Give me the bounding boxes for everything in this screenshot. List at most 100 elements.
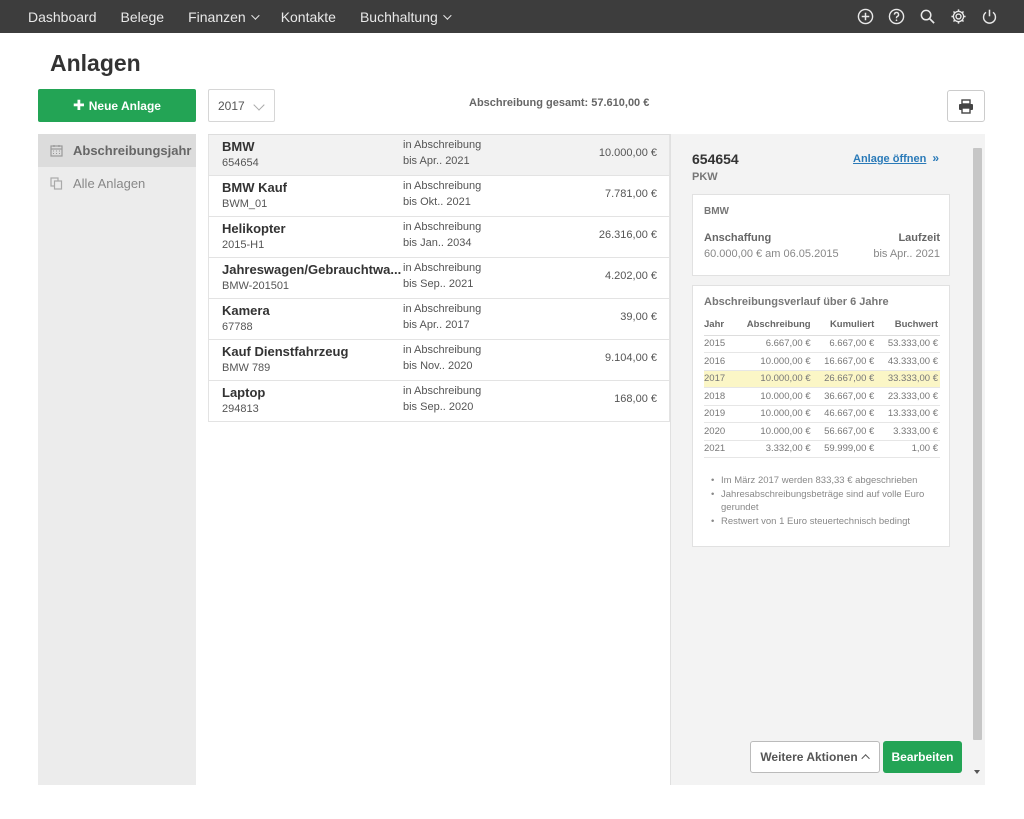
asset-amount: 9.104,00 € bbox=[605, 352, 657, 364]
schedule-title: Abschreibungsverlauf über 6 Jahre bbox=[704, 296, 889, 308]
schedule-cell: 33.333,00 € bbox=[876, 370, 940, 388]
term-label: Laufzeit bbox=[898, 232, 940, 244]
plus-icon: ✚ bbox=[73, 97, 85, 113]
schedule-cell: 10.000,00 € bbox=[732, 422, 813, 441]
acquisition-label: Anschaffung bbox=[704, 232, 772, 244]
gear-icon[interactable] bbox=[949, 8, 967, 26]
search-icon[interactable] bbox=[918, 8, 936, 26]
sidebar-item-all-assets[interactable]: Alle Anlagen bbox=[38, 167, 196, 200]
print-button[interactable] bbox=[947, 90, 985, 122]
term-value: bis Apr.. 2021 bbox=[873, 248, 940, 260]
asset-amount: 7.781,00 € bbox=[605, 188, 657, 200]
nav-item-belege[interactable]: Belege bbox=[121, 9, 165, 25]
asset-until: bis Sep.. 2020 bbox=[403, 401, 474, 413]
schedule-header-cell: Buchwert bbox=[876, 319, 940, 336]
acquisition-value: 60.000,00 € am 06.05.2015 bbox=[704, 248, 839, 260]
schedule-cell: 23.333,00 € bbox=[876, 387, 940, 406]
schedule-cell: 16.667,00 € bbox=[812, 352, 877, 371]
edit-button[interactable]: Bearbeiten bbox=[883, 741, 962, 773]
asset-code: 654654 bbox=[222, 157, 259, 169]
schedule-cell: 46.667,00 € bbox=[812, 405, 877, 423]
sidebar-item-label: Abschreibungsjahr bbox=[73, 143, 192, 158]
schedule-cell: 56.667,00 € bbox=[812, 422, 877, 441]
nav-item-label: Kontakte bbox=[280, 8, 336, 25]
asset-row[interactable]: BMW 654654 in Abschreibung bis Apr.. 2021 10… bbox=[208, 135, 670, 176]
nav-item-buchhaltung[interactable]: Buchhaltung bbox=[359, 8, 452, 25]
schedule-cell: 3.333,00 € bbox=[876, 422, 940, 441]
schedule-header-cell: Abschreibung bbox=[732, 319, 813, 336]
help-icon[interactable] bbox=[887, 8, 905, 26]
asset-code: 294813 bbox=[222, 403, 259, 415]
asset-status: in Abschreibung bbox=[403, 262, 482, 274]
schedule-cell: 36.667,00 € bbox=[812, 387, 877, 406]
chevron-down-icon bbox=[250, 10, 260, 20]
schedule-cell: 2017 bbox=[704, 370, 733, 388]
asset-code: 2015-H1 bbox=[222, 239, 265, 251]
sidebar-item-label: Alle Anlagen bbox=[73, 176, 146, 191]
nav-item-label: Buchhaltung bbox=[359, 8, 438, 25]
nav-item-label: Dashboard bbox=[28, 8, 97, 25]
chevron-down-icon bbox=[253, 99, 265, 111]
scroll-down-arrow-icon[interactable] bbox=[974, 770, 980, 774]
asset-until: bis Apr.. 2017 bbox=[403, 319, 470, 331]
power-icon[interactable] bbox=[980, 8, 998, 26]
schedule-row: 2020 10.000,00 €56.667,00 €3.333,00 € bbox=[704, 422, 940, 441]
asset-status: in Abschreibung bbox=[403, 139, 482, 151]
asset-until: bis Okt.. 2021 bbox=[403, 196, 471, 208]
sidebar: Abschreibungsjahr Alle Anlagen bbox=[38, 134, 196, 785]
plus-circle-icon[interactable] bbox=[856, 8, 874, 26]
asset-name: Kamera bbox=[222, 303, 270, 318]
double-chevron-right-icon: » bbox=[932, 151, 940, 165]
schedule-cell: 53.333,00 € bbox=[876, 335, 940, 353]
printer-icon bbox=[958, 98, 974, 114]
year-select[interactable]: 2017 bbox=[208, 89, 275, 122]
year-select-value: 2017 bbox=[218, 98, 245, 113]
asset-list: BMW 654654 in Abschreibung bis Apr.. 2021 10… bbox=[208, 134, 670, 422]
schedule-row: 2021 3.332,00 €59.999,00 €1,00 € bbox=[704, 440, 940, 458]
asset-detail-panel: 654654 PKW Anlage öffnen » BMW Anschaffun… bbox=[670, 134, 985, 785]
asset-status: in Abschreibung bbox=[403, 180, 482, 192]
schedule-cell: 2016 bbox=[704, 352, 733, 371]
asset-row[interactable]: BMW Kauf BWM_01 in Abschreibung bis Okt.. 2… bbox=[208, 176, 670, 217]
nav-item-finanzen[interactable]: Finanzen bbox=[188, 8, 260, 25]
asset-status: in Abschreibung bbox=[403, 221, 482, 233]
asset-amount: 10.000,00 € bbox=[598, 147, 657, 159]
nav-item-label: Finanzen bbox=[188, 8, 246, 25]
schedule-header-cell: Jahr bbox=[704, 319, 733, 336]
asset-row[interactable]: Kamera 67788 in Abschreibung bis Apr.. 2017… bbox=[208, 299, 670, 340]
schedule-cell: 2015 bbox=[704, 335, 733, 353]
asset-code: BWM_01 bbox=[222, 198, 268, 210]
asset-row[interactable]: Jahreswagen/Gebrauchtwa... BMW-201501 in A… bbox=[208, 258, 670, 299]
new-asset-label: Neue Anlage bbox=[88, 98, 161, 113]
schedule-header-cell: Kumuliert bbox=[812, 319, 877, 336]
nav-item-dashboard[interactable]: Dashboard bbox=[28, 9, 97, 25]
asset-name: BMW bbox=[704, 206, 729, 217]
schedule-cell: 1,00 € bbox=[876, 440, 940, 458]
chevron-up-icon bbox=[861, 754, 870, 763]
schedule-cell: 10.000,00 € bbox=[732, 405, 813, 423]
nav-item-kontakte[interactable]: Kontakte bbox=[281, 9, 336, 25]
asset-until: bis Jan.. 2034 bbox=[403, 237, 472, 249]
schedule-note: Restwert von 1 Euro steuertechnisch bedi… bbox=[711, 515, 941, 529]
asset-amount: 39,00 € bbox=[620, 311, 657, 323]
asset-row[interactable]: Laptop 294813 in Abschreibung bis Sep.. 202… bbox=[208, 381, 670, 422]
page-title: Anlagen bbox=[50, 50, 141, 76]
depreciation-total: Abschreibung gesamt: 57.610,00 € bbox=[469, 97, 650, 109]
sidebar-item-depreciation-year[interactable]: Abschreibungsjahr bbox=[38, 134, 196, 167]
nav-item-label: Belege bbox=[120, 8, 165, 25]
schedule-cell: 26.667,00 € bbox=[812, 370, 877, 388]
new-asset-button[interactable]: ✚ Neue Anlage bbox=[38, 89, 196, 122]
schedule-cell: 43.333,00 € bbox=[876, 352, 940, 371]
asset-until: bis Sep.. 2021 bbox=[403, 278, 474, 290]
open-asset-link[interactable]: Anlage öffnen » bbox=[853, 151, 939, 165]
asset-code: BMW 789 bbox=[222, 362, 271, 374]
schedule-cell: 10.000,00 € bbox=[732, 370, 813, 388]
schedule-table: Jahr Abschreibung Kumuliert Buchwert 2015 6.… bbox=[704, 319, 940, 458]
schedule-cell: 10.000,00 € bbox=[732, 387, 813, 406]
asset-row[interactable]: Helikopter 2015-H1 in Abschreibung bis Jan.… bbox=[208, 217, 670, 258]
more-actions-label: Weitere Aktionen bbox=[760, 750, 858, 764]
more-actions-button[interactable]: Weitere Aktionen bbox=[750, 741, 880, 773]
asset-row[interactable]: Kauf Dienstfahrzeug BMW 789 in Abschreibun… bbox=[208, 340, 670, 381]
scrollbar-thumb[interactable] bbox=[973, 148, 982, 740]
asset-status: in Abschreibung bbox=[403, 303, 482, 315]
